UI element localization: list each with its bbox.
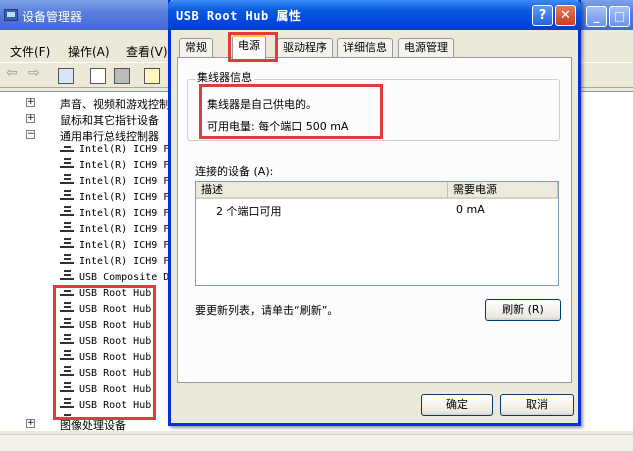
row-description: 2 个端口可用 — [216, 205, 282, 218]
available-power-text: 可用电量: 每个端口 500 mA — [207, 120, 349, 133]
properties-dialog: USB Root Hub 属性 ? ✕ 常规 电源 驱动程序 详细信息 电源管理… — [168, 0, 581, 426]
tree-item-label: Intel(R) ICH9 F — [79, 224, 170, 235]
tab-highlight-box — [228, 32, 278, 62]
expand-icon[interactable]: + — [26, 114, 35, 123]
column-description[interactable]: 描述 — [196, 182, 448, 199]
self-powered-text: 集线器是自己供电的。 — [207, 98, 317, 111]
maximize-icon[interactable]: □ — [609, 6, 630, 27]
cancel-button[interactable]: 取消 — [500, 394, 574, 416]
tab-power-management[interactable]: 电源管理 — [398, 38, 454, 58]
tab-details[interactable]: 详细信息 — [337, 38, 393, 58]
tree-item-label: Intel(R) ICH9 F — [79, 160, 170, 171]
column-required-power[interactable]: 需要电源 — [448, 182, 558, 199]
tree-item-label: USB Composite D — [79, 272, 170, 283]
device-manager-title: 设备管理器 — [22, 10, 83, 24]
tree-item-label: Intel(R) ICH9 F — [79, 176, 170, 187]
connected-devices-list[interactable]: 描述 需要电源 2 个端口可用 0 mA — [195, 181, 559, 286]
refresh-hint-text: 要更新列表，请单击“刷新”。 — [195, 304, 339, 317]
tree-item-label: Intel(R) ICH9 F — [79, 208, 170, 219]
usb-icon — [60, 226, 76, 240]
usb-icon — [60, 274, 76, 288]
forward-icon[interactable]: ⇨ — [28, 65, 44, 81]
computer-icon — [4, 9, 18, 21]
ok-button[interactable]: 确定 — [421, 394, 493, 416]
horizontal-scrollbar[interactable] — [0, 434, 633, 451]
row-power: 0 mA — [456, 203, 485, 216]
console-tree-icon[interactable] — [58, 68, 74, 84]
back-icon[interactable]: ⇦ — [6, 65, 22, 81]
minimize-icon[interactable]: _ — [586, 6, 607, 27]
dialog-title: USB Root Hub 属性 — [176, 9, 302, 23]
connected-devices-label: 连接的设备 (A): — [195, 165, 274, 178]
tree-item-label: Intel(R) ICH9 F — [79, 144, 170, 155]
usb-icon — [60, 194, 76, 208]
properties-icon[interactable] — [90, 68, 106, 84]
menu-view[interactable]: 查看(V) — [126, 43, 168, 60]
collapse-icon[interactable]: − — [26, 130, 35, 139]
close-icon[interactable]: ✕ — [555, 5, 576, 26]
usb-icon — [60, 258, 76, 272]
menu-action[interactable]: 操作(A) — [68, 43, 110, 60]
usb-icon — [60, 178, 76, 192]
expand-icon[interactable]: + — [26, 98, 35, 107]
tree-item-label: Intel(R) ICH9 F — [79, 192, 170, 203]
expand-icon[interactable]: + — [26, 419, 35, 428]
tree-item-label: Intel(R) ICH9 F — [79, 240, 170, 251]
tab-driver[interactable]: 驱动程序 — [277, 38, 333, 58]
dialog-titlebar[interactable]: USB Root Hub 属性 ? ✕ — [168, 0, 581, 30]
tree-item-label: Intel(R) ICH9 F — [79, 256, 170, 267]
help-icon[interactable] — [144, 68, 160, 84]
print-icon[interactable] — [114, 68, 130, 84]
tab-general[interactable]: 常规 — [179, 38, 213, 58]
help-icon[interactable]: ? — [532, 5, 553, 26]
usb-icon — [60, 242, 76, 256]
usb-icon — [60, 162, 76, 176]
usb-icon — [60, 210, 76, 224]
usb-icon — [60, 146, 76, 160]
menu-file[interactable]: 文件(F) — [10, 43, 50, 60]
hub-info-group-title: 集线器信息 — [195, 69, 254, 85]
refresh-button[interactable]: 刷新 (R) — [485, 299, 561, 321]
root-hub-highlight-box — [53, 285, 156, 420]
